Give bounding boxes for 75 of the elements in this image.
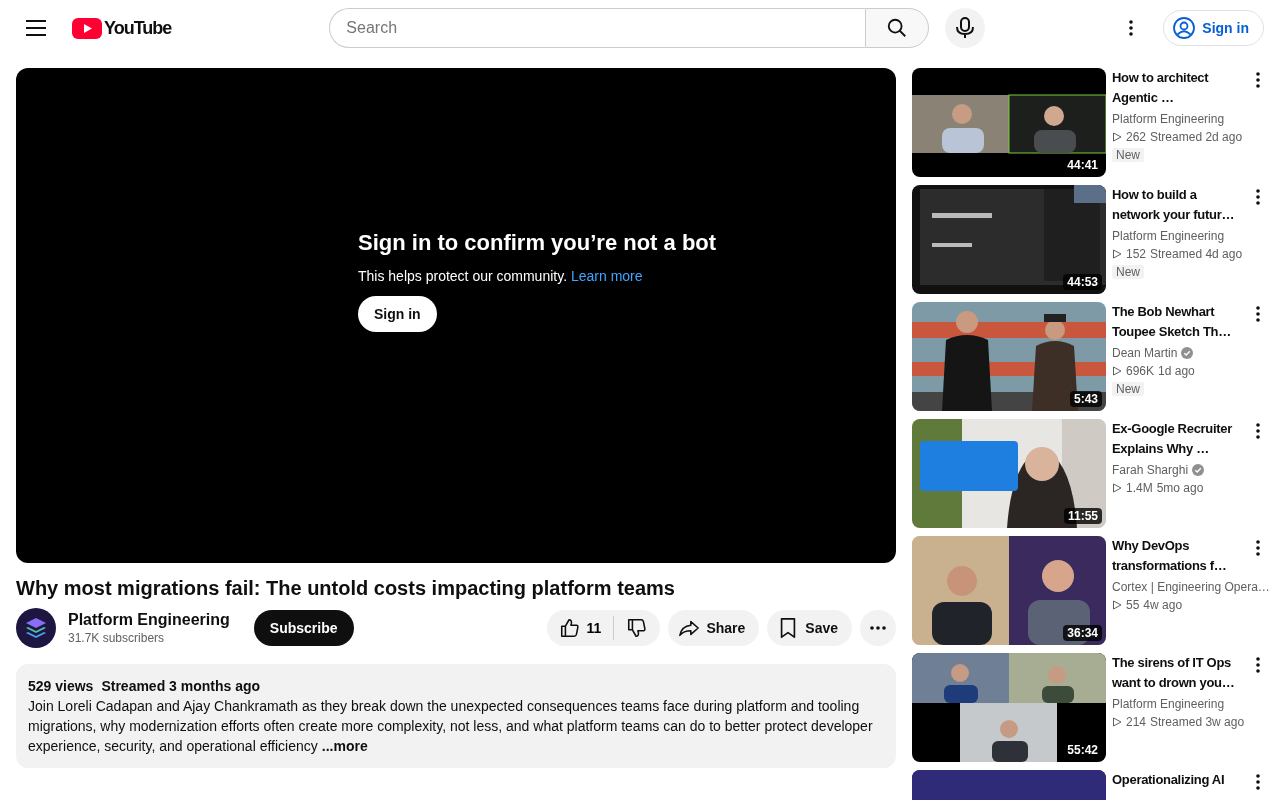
microphone-icon xyxy=(955,17,976,39)
video-title[interactable]: How to architect Agentic … xyxy=(1112,68,1246,108)
video-title[interactable]: Operationalizing AI xyxy=(1112,770,1225,790)
more-actions-button[interactable] xyxy=(860,610,896,646)
channel-name: Dean Martin xyxy=(1112,345,1178,362)
play-icon xyxy=(1112,483,1122,493)
view-count: 262 xyxy=(1126,129,1147,146)
new-badge: New xyxy=(1112,265,1144,279)
microphone-button[interactable] xyxy=(945,8,986,48)
share-button[interactable]: Share xyxy=(668,610,760,646)
video-title[interactable]: Ex-Google Recruiter Explains Why … xyxy=(1112,419,1246,459)
channel-name: Farah Sharghi xyxy=(1112,462,1189,479)
search-button[interactable] xyxy=(865,8,930,48)
learn-more-link[interactable]: Learn more xyxy=(570,267,643,284)
play-icon xyxy=(1112,249,1122,259)
account-icon xyxy=(1172,16,1197,40)
more-icon xyxy=(1256,72,1260,88)
channel-avatar[interactable] xyxy=(16,608,56,648)
video-duration: 44:53 xyxy=(1063,274,1102,290)
play-icon xyxy=(1112,717,1122,727)
channel-name: Platform Engineering xyxy=(1112,111,1225,128)
view-count: 1.4M xyxy=(1126,480,1153,497)
video-title[interactable]: How to build a network your futur… xyxy=(1112,185,1246,225)
search-field[interactable]: Search xyxy=(329,8,866,48)
video-duration: 11:55 xyxy=(1063,508,1102,524)
sign-in-button[interactable]: Sign in xyxy=(1163,10,1264,46)
more-link[interactable]: ...more xyxy=(321,738,368,754)
thumbs-up-icon xyxy=(558,617,581,639)
channel-name: Platform Engineering xyxy=(1112,228,1225,245)
play-icon xyxy=(1112,600,1122,610)
more-icon xyxy=(1256,423,1260,439)
thumbs-down-icon xyxy=(626,617,649,639)
upload-age: Streamed 2d ago xyxy=(1150,129,1243,146)
video-title[interactable]: Why DevOps transformations f… xyxy=(1112,536,1246,576)
sign-in-message: This helps protect our community. Learn more xyxy=(358,267,643,284)
new-badge: New xyxy=(1112,382,1144,396)
subscribe-button[interactable]: Subscribe xyxy=(253,610,354,646)
upload-age: 4w ago xyxy=(1143,597,1183,614)
channel-name[interactable]: Platform Engineering xyxy=(68,611,230,629)
view-count: 55 xyxy=(1126,597,1140,614)
more-icon xyxy=(1256,540,1260,556)
view-count: 696K xyxy=(1126,363,1155,380)
new-badge: New xyxy=(1112,148,1144,162)
play-icon xyxy=(1112,366,1122,376)
video-duration: 36:34 xyxy=(1063,625,1102,641)
menu-icon xyxy=(26,20,46,36)
view-count: 152 xyxy=(1126,246,1147,263)
channel-name: Cortex | Engineering Opera… xyxy=(1112,579,1270,596)
search-icon xyxy=(886,17,909,39)
video-duration: 5:43 xyxy=(1069,391,1102,407)
more-icon xyxy=(1256,306,1260,322)
channel-name: Platform Engineering xyxy=(1112,696,1225,713)
view-count: 214 xyxy=(1126,714,1147,731)
upload-age: Streamed 4d ago xyxy=(1150,246,1243,263)
upload-age: Streamed 3w ago xyxy=(1150,714,1245,731)
video-title[interactable]: The sirens of IT Ops want to drown you… xyxy=(1112,653,1246,693)
description-text: Join Loreli Cadapan and Ajay Chankramath as they break down the unexpected consequences teams face during platform and tooling migrations, why modernization efforts often create more complexity, not less, and what platform teams can do to better protect developer experience, security, and operational efficiency ...more xyxy=(28,697,874,756)
video-title: Why most migrations fail: The untold costs impacting platform teams xyxy=(16,577,676,600)
more-icon xyxy=(1129,20,1134,36)
save-button[interactable]: Save xyxy=(767,610,852,646)
video-title[interactable]: The Bob Newhart Toupee Sketch Th… xyxy=(1112,302,1246,342)
upload-age: 1d ago xyxy=(1158,363,1195,380)
video-player[interactable]: Sign in to confirm you’re not a bot This helps protect our community. Learn more Sign in xyxy=(16,68,896,563)
more-icon xyxy=(1256,189,1260,205)
sign-in-heading: Sign in to confirm you’re not a bot xyxy=(358,229,717,256)
play-icon xyxy=(1112,132,1122,142)
view-count: 529 views xyxy=(28,677,94,696)
youtube-logo[interactable]: YouTube xyxy=(72,17,172,39)
stream-date: Streamed 3 months ago xyxy=(101,677,261,696)
subscriber-count: 31.7K subscribers xyxy=(68,631,166,645)
player-sign-in-button[interactable]: Sign in xyxy=(358,295,437,332)
upload-age: 5mo ago xyxy=(1156,480,1204,497)
more-icon xyxy=(1256,657,1260,673)
more-icon xyxy=(1256,774,1260,790)
more-icon xyxy=(870,626,886,630)
